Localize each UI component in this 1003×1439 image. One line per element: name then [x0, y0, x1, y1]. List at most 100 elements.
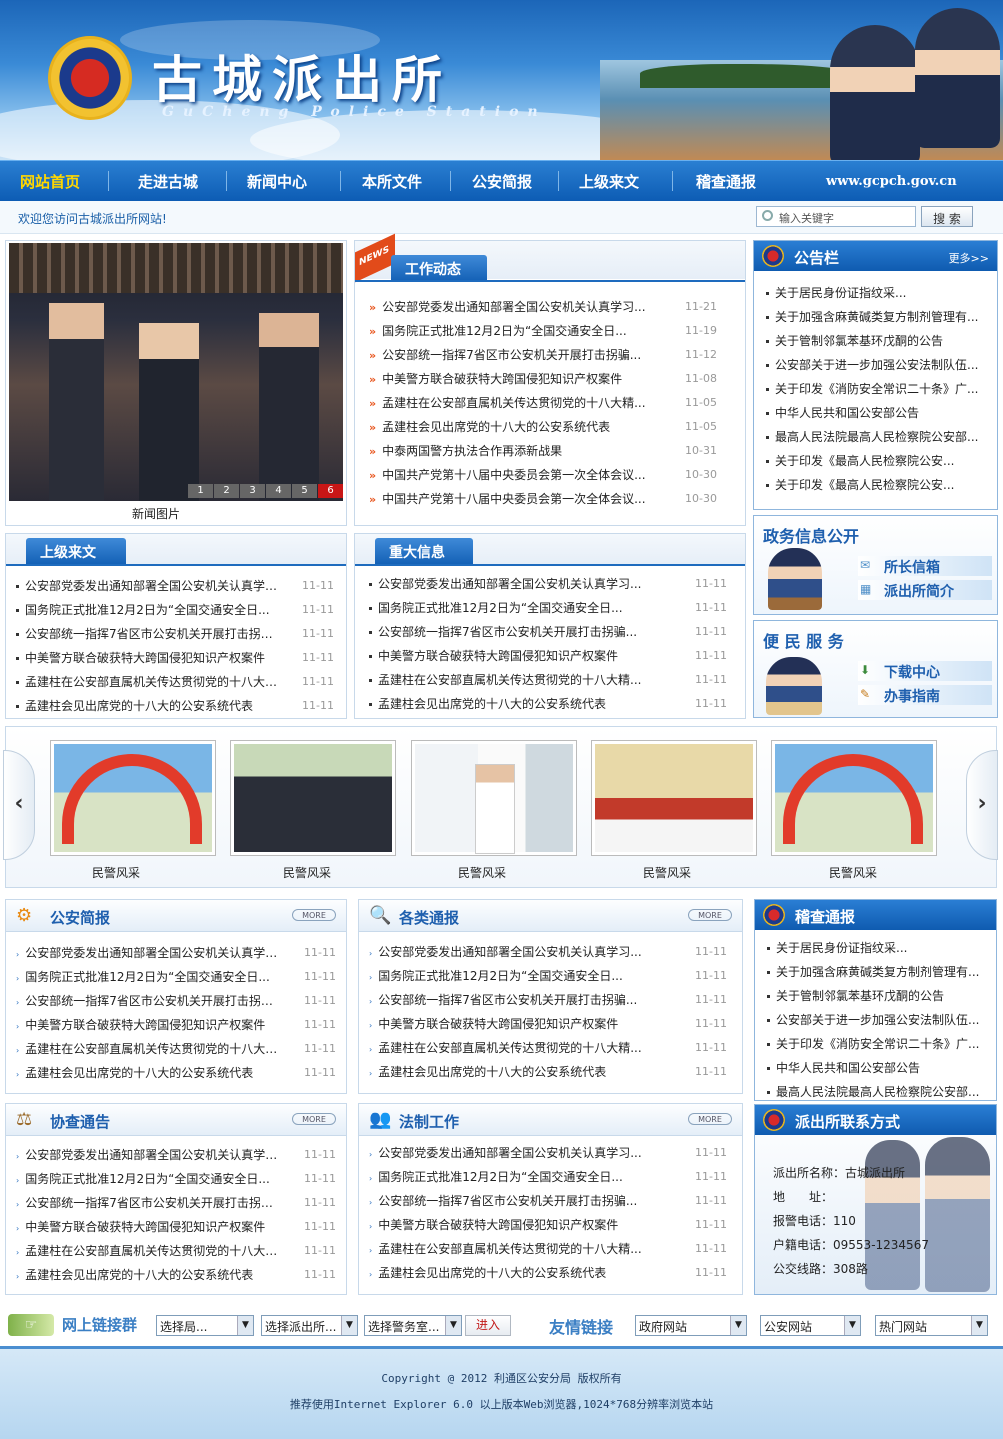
list-item-title[interactable]: 公安部党委发出通知部署全国公安机关认真学习... — [16, 574, 278, 598]
gallery-photo-3[interactable] — [411, 740, 577, 856]
list-item[interactable]: 中华人民共和国公安部公告 — [766, 401, 990, 425]
list-item[interactable]: 关于管制邻氯苯基环戊酮的公告 — [767, 984, 991, 1008]
guide-link[interactable]: ✎ 办事指南 — [858, 685, 992, 705]
list-item[interactable]: 关于印发《消防安全常识二十条》广... — [767, 1032, 991, 1056]
list-item[interactable]: 孟建柱在公安部直属机关传达贯彻党的十八大精... 11-11 — [369, 668, 731, 692]
list-item-title[interactable]: › 国务院正式批准12月2日为“全国交通安全日... — [369, 1165, 671, 1191]
list-item-title[interactable]: 公安部关于进一步加强公安法制队伍... — [767, 1008, 987, 1032]
hot-sites-select[interactable]: 热门网站 ▼ — [875, 1315, 988, 1336]
download-center-link[interactable]: ⬇ 下载中心 — [858, 661, 992, 681]
list-item[interactable]: » 孟建柱在公安部直属机关传达贯彻党的十八大精... 11-05 — [369, 391, 731, 415]
list-item[interactable]: › 中美警方联合破获特大跨国侵犯知识产权案件 11-11 — [16, 1013, 340, 1037]
list-item-title[interactable]: 国务院正式批准12月2日为“全国交通安全日... — [16, 598, 278, 622]
list-item[interactable]: › 公安部党委发出通知部署全国公安机关认真学习... 11-11 — [369, 1141, 731, 1165]
list-item-title[interactable]: 孟建柱在公安部直属机关传达贯彻党的十八大精... — [16, 670, 278, 694]
list-item-title[interactable]: › 孟建柱在公安部直属机关传达贯彻党的十八大精... — [16, 1239, 280, 1265]
list-item[interactable]: 关于印发《最高人民检察院公安... — [766, 473, 990, 497]
list-item[interactable]: › 公安部统一指挥7省区市公安机关开展打击拐骗... 11-11 — [369, 1189, 731, 1213]
nav-news[interactable]: 新闻中心 — [247, 171, 307, 192]
list-item[interactable]: › 公安部党委发出通知部署全国公安机关认真学习... 11-11 — [369, 940, 731, 964]
list-item[interactable]: 关于管制邻氯苯基环戊酮的公告 — [766, 329, 990, 353]
list-item-title[interactable]: › 国务院正式批准12月2日为“全国交通安全日... — [16, 1167, 280, 1193]
list-item-title[interactable]: › 公安部党委发出通知部署全国公安机关认真学习... — [369, 1141, 671, 1167]
list-item[interactable]: 孟建柱在公安部直属机关传达贯彻党的十八大精... 11-11 — [16, 670, 338, 694]
gallery-photo-1[interactable] — [50, 740, 216, 856]
nav-about[interactable]: 走进古城 — [138, 171, 198, 192]
list-item[interactable]: › 公安部党委发出通知部署全国公安机关认真学习... 11-11 — [16, 941, 340, 965]
list-item-title[interactable]: › 中美警方联合破获特大跨国侵犯知识产权案件 — [16, 1013, 280, 1039]
list-item-title[interactable]: 最高人民法院最高人民检察院公安部... — [767, 1080, 987, 1104]
list-item-title[interactable]: 公安部统一指挥7省区市公安机关开展打击拐骗... — [16, 622, 278, 646]
brief-more-button[interactable]: MORE — [292, 909, 336, 921]
list-item-title[interactable]: › 孟建柱在公安部直属机关传达贯彻党的十八大精... — [16, 1037, 280, 1063]
list-item[interactable]: 关于加强含麻黄碱类复方制剂管理有... — [766, 305, 990, 329]
list-item-title[interactable]: › 公安部党委发出通知部署全国公安机关认真学习... — [16, 1143, 280, 1169]
gov-sites-select[interactable]: 政府网站 ▼ — [635, 1315, 747, 1336]
photo-page-2[interactable]: 2 — [214, 484, 239, 498]
list-item[interactable]: › 国务院正式批准12月2日为“全国交通安全日... 11-11 — [16, 965, 340, 989]
list-item-title[interactable]: » 孟建柱会见出席党的十八大的公安系统代表 — [369, 415, 669, 440]
list-item[interactable]: 最高人民法院最高人民检察院公安部... — [767, 1080, 991, 1104]
list-item[interactable]: › 孟建柱在公安部直属机关传达贯彻党的十八大精... 11-11 — [16, 1239, 340, 1263]
list-item[interactable]: › 公安部统一指挥7省区市公安机关开展打击拐骗... 11-11 — [369, 988, 731, 1012]
list-item[interactable]: 关于加强含麻黄碱类复方制剂管理有... — [767, 960, 991, 984]
list-item-title[interactable]: › 公安部统一指挥7省区市公安机关开展打击拐骗... — [16, 989, 280, 1015]
gallery-next-button[interactable]: › — [966, 750, 998, 860]
nav-documents[interactable]: 本所文件 — [362, 171, 422, 192]
nav-inspection[interactable]: 稽查通报 — [696, 171, 756, 192]
reports-more-button[interactable]: MORE — [688, 909, 732, 921]
search-input[interactable]: 输入关键字 — [756, 206, 916, 227]
gallery-caption-2[interactable]: 民警风采 — [224, 864, 390, 881]
gallery-caption-5[interactable]: 民警风采 — [770, 864, 936, 881]
list-item-title[interactable]: › 孟建柱会见出席党的十八大的公安系统代表 — [369, 1261, 671, 1287]
list-item-title[interactable]: › 孟建柱会见出席党的十八大的公安系统代表 — [16, 1061, 280, 1087]
list-item-title[interactable]: › 公安部统一指挥7省区市公安机关开展打击拐骗... — [16, 1191, 280, 1217]
list-item-title[interactable]: 国务院正式批准12月2日为“全国交通安全日... — [369, 596, 671, 620]
list-item-title[interactable]: 关于印发《消防安全常识二十条》广... — [767, 1032, 987, 1056]
list-item-title[interactable]: 中华人民共和国公安部公告 — [767, 1056, 987, 1080]
gallery-caption-1[interactable]: 民警风采 — [33, 864, 199, 881]
office-select[interactable]: 选择警务室... ▼ — [364, 1315, 462, 1336]
list-item-title[interactable]: 最高人民法院最高人民检察院公安部... — [766, 425, 986, 449]
list-item-title[interactable]: 关于印发《最高人民检察院公安... — [766, 473, 986, 497]
list-item[interactable]: » 公安部党委发出通知部署全国公安机关认真学习... 11-21 — [369, 295, 731, 319]
list-item-title[interactable]: › 孟建柱在公安部直属机关传达贯彻党的十八大精... — [369, 1036, 671, 1062]
nav-briefs[interactable]: 公安简报 — [472, 171, 532, 192]
list-item[interactable]: 公安部党委发出通知部署全国公安机关认真学习... 11-11 — [369, 572, 731, 596]
list-item[interactable]: › 孟建柱会见出席党的十八大的公安系统代表 11-11 — [369, 1261, 731, 1285]
list-item[interactable]: › 孟建柱会见出席党的十八大的公安系统代表 11-11 — [16, 1263, 340, 1287]
photo-page-4[interactable]: 4 — [266, 484, 291, 498]
list-item[interactable]: 国务院正式批准12月2日为“全国交通安全日... 11-11 — [369, 596, 731, 620]
director-mailbox-link[interactable]: ✉ 所长信箱 — [858, 556, 992, 576]
list-item-title[interactable]: » 公安部党委发出通知部署全国公安机关认真学习... — [369, 295, 669, 320]
photo-page-6[interactable]: 6 — [318, 484, 343, 498]
list-item-title[interactable]: » 中国共产党第十八届中央委员会第一次全体会议... — [369, 487, 669, 512]
list-item-title[interactable]: » 国务院正式批准12月2日为“全国交通安全日... — [369, 319, 669, 344]
list-item-title[interactable]: 关于印发《消防安全常识二十条》广... — [766, 377, 986, 401]
list-item-title[interactable]: 关于管制邻氯苯基环戊酮的公告 — [767, 984, 987, 1008]
list-item[interactable]: » 国务院正式批准12月2日为“全国交通安全日... 11-19 — [369, 319, 731, 343]
list-item-title[interactable]: › 公安部统一指挥7省区市公安机关开展打击拐骗... — [369, 1189, 671, 1215]
list-item-title[interactable]: 公安部党委发出通知部署全国公安机关认真学习... — [369, 572, 671, 596]
list-item-title[interactable]: 关于加强含麻黄碱类复方制剂管理有... — [767, 960, 987, 984]
list-item[interactable]: 公安部统一指挥7省区市公安机关开展打击拐骗... 11-11 — [369, 620, 731, 644]
list-item[interactable]: 中华人民共和国公安部公告 — [767, 1056, 991, 1080]
list-item[interactable]: › 公安部统一指挥7省区市公安机关开展打击拐骗... 11-11 — [16, 1191, 340, 1215]
gallery-photo-5[interactable] — [771, 740, 937, 856]
notice-more-link[interactable]: 更多>> — [949, 250, 989, 266]
list-item-title[interactable]: › 中美警方联合破获特大跨国侵犯知识产权案件 — [369, 1012, 671, 1038]
list-item[interactable]: › 国务院正式批准12月2日为“全国交通安全日... 11-11 — [369, 964, 731, 988]
legal-more-button[interactable]: MORE — [688, 1113, 732, 1125]
list-item-title[interactable]: 关于居民身份证指纹采... — [766, 281, 986, 305]
bureau-select[interactable]: 选择局... ▼ — [156, 1315, 254, 1336]
news-photo[interactable] — [9, 243, 343, 501]
gallery-prev-button[interactable]: ‹ — [3, 750, 35, 860]
search-button[interactable]: 搜 索 — [921, 206, 973, 227]
list-item-title[interactable]: » 公安部统一指挥7省区市公安机关开展打击拐骗... — [369, 343, 669, 368]
list-item[interactable]: 公安部关于进一步加强公安法制队伍... — [766, 353, 990, 377]
station-select[interactable]: 选择派出所... ▼ — [261, 1315, 358, 1336]
list-item[interactable]: › 孟建柱会见出席党的十八大的公安系统代表 11-11 — [16, 1061, 340, 1085]
list-item-title[interactable]: 关于加强含麻黄碱类复方制剂管理有... — [766, 305, 986, 329]
list-item[interactable]: › 中美警方联合破获特大跨国侵犯知识产权案件 11-11 — [369, 1213, 731, 1237]
list-item-title[interactable]: 中美警方联合破获特大跨国侵犯知识产权案件 — [16, 646, 278, 670]
